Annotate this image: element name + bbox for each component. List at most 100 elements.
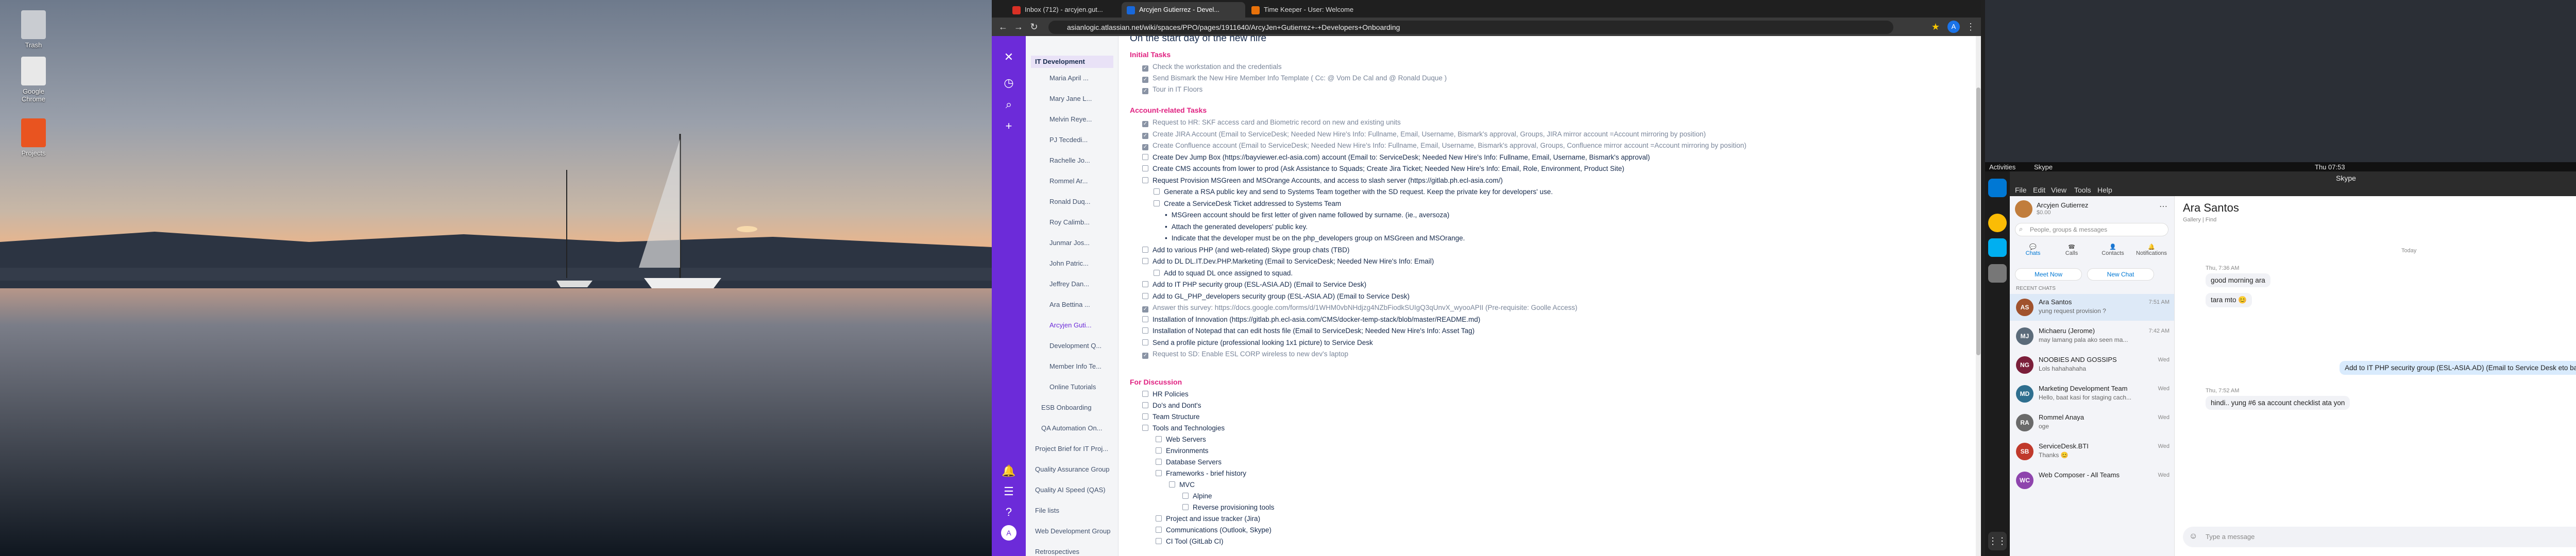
chat-row[interactable]: RA Rommel Anaya oge Wed [2010,409,2174,436]
task-checkbox[interactable]: ✓ [1142,121,1148,127]
profile-name[interactable]: Arcyjen Gutierrez [2037,201,2088,209]
address-bar[interactable]: asianlogic.atlassian.net/wiki/spaces/PPO… [1048,21,1893,34]
tree-item[interactable]: Arcyjen Guti... [1049,321,1092,329]
search-input[interactable]: People, groups & messages [2015,223,2168,236]
menu-help[interactable]: Help [2097,186,2112,194]
tree-item[interactable]: Melvin Reye... [1049,115,1092,123]
notification-icon[interactable]: 🔔 [1001,463,1016,479]
tree-item[interactable]: Mary Jane L... [1049,95,1092,102]
tree-item[interactable]: Roy Calimb... [1049,218,1090,226]
message-bubble[interactable]: hindi.. yung #6 sa account checklist ata… [2206,396,2350,410]
task-checkbox[interactable]: ✓ [1142,88,1148,94]
nav-calls[interactable]: ☎ Calls [2059,244,2084,256]
task-checkbox[interactable] [1142,177,1148,183]
task-checkbox[interactable]: ✓ [1142,65,1148,72]
task-checkbox[interactable] [1156,447,1162,454]
chat-row[interactable]: WC Web Composer - All Teams Wed [2010,467,2174,494]
reload-icon[interactable]: ↻ [1028,21,1040,33]
star-icon[interactable]: ★ [1929,21,1942,33]
task-checkbox[interactable] [1142,413,1148,420]
tree-item[interactable]: Member Info Te... [1049,362,1101,370]
tree-item[interactable]: John Patric... [1049,259,1089,267]
app-menu[interactable]: Skype [2034,163,2053,171]
recent-icon[interactable]: ◷ [1001,75,1016,91]
chrome-dock-icon[interactable] [1988,214,2007,232]
task-checkbox[interactable]: ✓ [1142,77,1148,83]
show-apps-icon[interactable]: ⋮⋮ [1988,532,2007,550]
tab-confluence[interactable]: Arcyjen Gutierrez - Devel... [1122,2,1245,18]
message-bubble[interactable]: Add to IT PHP security group (ESL-ASIA.A… [2340,361,2576,375]
tree-item[interactable]: ESB Onboarding [1041,404,1092,411]
chat-row[interactable]: SB ServiceDesk.BTI Thanks 😊 Wed [2010,438,2174,465]
task-checkbox[interactable] [1154,188,1160,195]
chat-row[interactable]: MD Marketing Development Team Hello, baat … [2010,380,2174,407]
task-checkbox[interactable] [1142,327,1148,334]
more-options-icon[interactable]: ⋯ [2159,201,2167,212]
tab-timekeeper[interactable]: Time Keeper - User: Welcome [1246,2,1370,18]
task-checkbox[interactable]: ✓ [1142,144,1148,150]
task-checkbox[interactable] [1156,470,1162,476]
task-checkbox[interactable] [1182,504,1189,510]
menu-edit[interactable]: Edit [2033,186,2045,194]
create-icon[interactable]: + [1001,118,1016,134]
task-checkbox[interactable] [1156,459,1162,465]
message-bubble[interactable]: tara mto 😊 [2206,293,2252,307]
tree-item[interactable]: Maria April ... [1049,74,1089,82]
task-checkbox[interactable] [1156,527,1162,533]
tree-item[interactable]: Ara Bettina ... [1049,301,1090,308]
profile-avatar[interactable]: A [1947,21,1960,33]
contact-subtitle[interactable]: Gallery | Find [2183,217,2216,223]
search-icon[interactable]: ⌕ [1001,97,1016,112]
task-checkbox[interactable] [1142,339,1148,345]
emoji-icon[interactable]: ☺ [2189,532,2197,541]
tree-item[interactable]: Rommel Ar... [1049,177,1088,185]
tree-item[interactable]: Retrospectives [1035,548,1079,555]
help-icon[interactable]: ? [1001,505,1016,520]
chat-row[interactable]: AS Ara Santos yung request provision ? 7:51… [2010,294,2174,321]
trash-desktop-icon[interactable]: Trash [10,10,57,49]
task-checkbox[interactable] [1142,402,1148,408]
menu-icon[interactable]: ⋮ [1964,21,1977,33]
tree-item[interactable]: Quality Assurance Group [1035,465,1110,473]
menu-tools[interactable]: Tools [2074,186,2091,194]
tab-gmail[interactable]: Inbox (712) - arcyjen.gut... [1007,2,1121,18]
chat-row[interactable]: MJ Michaeru (Jerome) may lamang pala ako s… [2010,323,2174,350]
apps-icon[interactable]: ☰ [1001,484,1016,499]
chrome-desktop-icon[interactable]: Google Chrome [10,57,57,103]
message-bubble[interactable]: good morning ara [2206,273,2270,287]
task-checkbox[interactable] [1142,165,1148,171]
tree-item[interactable]: Web Development Group [1035,527,1110,535]
projects-desktop-icon[interactable]: Projects [10,118,57,157]
nav-chats[interactable]: 💬 Chats [2020,244,2046,256]
nav-notifications[interactable]: 🔔 Notifications [2133,244,2170,256]
profile-avatar[interactable] [2015,200,2032,218]
tree-item[interactable]: Project Brief for IT Proj... [1035,445,1108,453]
task-checkbox[interactable] [1182,493,1189,499]
task-checkbox[interactable] [1142,246,1148,253]
tree-item[interactable]: Junmar Jos... [1049,239,1090,247]
contact-name[interactable]: Ara Santos [2183,201,2239,215]
task-checkbox[interactable] [1142,281,1148,287]
tree-item[interactable]: Online Tutorials [1049,383,1096,391]
menu-view[interactable]: View [2051,186,2066,194]
nav-contacts[interactable]: 👤 Contacts [2097,244,2128,256]
chat-row[interactable]: NG NOOBIES AND GOSSIPS Lols hahahahaha Wed [2010,352,2174,378]
task-checkbox[interactable] [1142,258,1148,264]
task-checkbox[interactable] [1156,538,1162,544]
task-checkbox[interactable]: ✓ [1142,353,1148,359]
task-checkbox[interactable] [1142,391,1148,397]
task-checkbox[interactable] [1142,425,1148,431]
task-checkbox[interactable] [1156,436,1162,442]
task-checkbox[interactable]: ✓ [1142,306,1148,312]
task-checkbox[interactable] [1142,292,1148,299]
tree-item[interactable]: Quality AI Speed (QAS) [1035,486,1106,494]
task-checkbox[interactable] [1142,316,1148,322]
skype-dock-icon[interactable] [1988,238,2007,257]
task-checkbox[interactable] [1154,269,1160,276]
task-checkbox[interactable] [1154,200,1160,206]
new-chat-button[interactable]: New Chat [2087,268,2154,281]
menu-file[interactable]: File [2015,186,2027,194]
tree-item[interactable]: Development Q... [1049,342,1101,350]
activities-button[interactable]: Activities [1989,163,2015,171]
task-checkbox[interactable] [1169,481,1175,488]
